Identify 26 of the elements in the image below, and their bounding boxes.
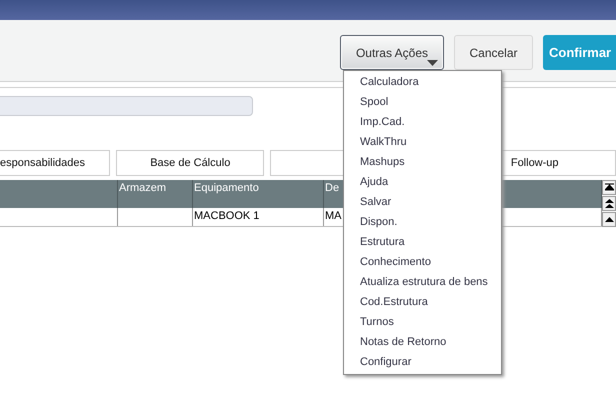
menu-item[interactable]: Cod.Estrutura: [344, 292, 501, 312]
menu-item[interactable]: Estrutura: [344, 232, 501, 252]
menu-item[interactable]: Atualiza estrutura de bens: [344, 272, 501, 292]
tab[interactable]: Base de Cálculo: [116, 150, 264, 176]
menu-item[interactable]: Conhecimento: [344, 252, 501, 272]
actions-dropdown[interactable]: Outras Ações: [340, 35, 444, 70]
menu-item[interactable]: WalkThru: [344, 132, 501, 152]
scroll-top-button[interactable]: [602, 180, 616, 195]
caret-icon: [427, 60, 438, 66]
menu-item[interactable]: Calculadora: [344, 72, 501, 92]
column-header: Equipamento: [193, 180, 324, 208]
up-icon: [604, 217, 614, 222]
menu-item[interactable]: Configurar: [344, 352, 501, 372]
menu-item[interactable]: Notas de Retorno: [344, 332, 501, 352]
scroll-up-button[interactable]: [602, 212, 616, 227]
table-cell: MACBOOK 1: [193, 208, 324, 226]
menu-item[interactable]: Spool: [344, 92, 501, 112]
column-header: Armazem: [118, 180, 193, 208]
page-up-button[interactable]: [602, 196, 616, 211]
menu-item[interactable]: Turnos: [344, 312, 501, 332]
tab[interactable]: esponsabilidades: [0, 150, 110, 176]
search-field[interactable]: [0, 96, 253, 116]
double-up-icon: [604, 198, 614, 208]
menu-item[interactable]: Imp.Cad.: [344, 112, 501, 132]
scroll-top-icon: [604, 183, 614, 192]
cancel-button[interactable]: Cancelar: [454, 35, 533, 70]
